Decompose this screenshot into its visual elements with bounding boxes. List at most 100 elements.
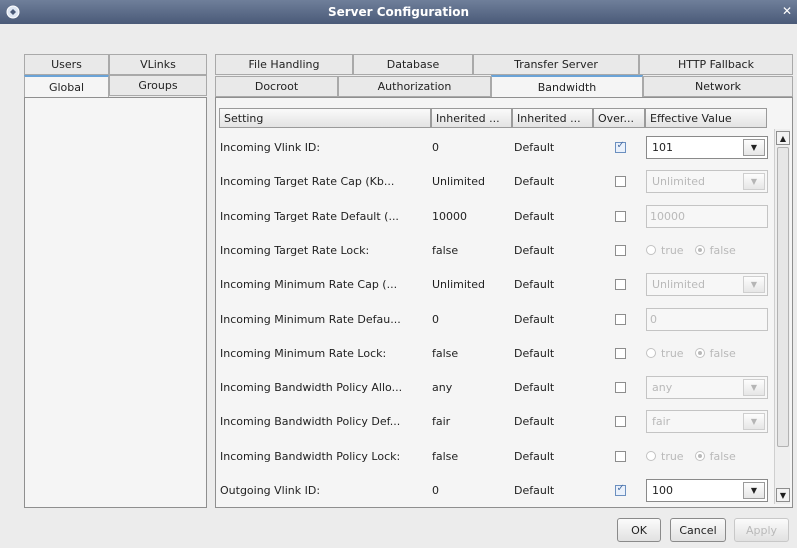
close-icon[interactable]: ✕ (780, 4, 794, 18)
override-checkbox[interactable] (614, 313, 626, 325)
ok-button[interactable]: OK (617, 518, 661, 542)
setting-name: Incoming Target Rate Default (... (220, 209, 399, 223)
chevron-down-icon[interactable]: ▼ (743, 138, 765, 156)
combo-value: 101 (652, 140, 673, 154)
radio-false-label: false (709, 449, 736, 463)
tab-users[interactable]: Users (24, 54, 109, 75)
setting-name: Incoming Bandwidth Policy Def... (220, 414, 401, 428)
radio-true-label: true (661, 449, 684, 463)
radio-true-icon (646, 348, 656, 358)
inherited-value: false (432, 346, 459, 360)
radio-false-icon (694, 348, 705, 358)
combo-value: Unlimited (652, 277, 705, 291)
inherited-from: Default (514, 449, 555, 463)
setting-name: Incoming Minimum Rate Defau... (220, 312, 401, 326)
override-checkbox[interactable] (614, 175, 626, 187)
tab-groups[interactable]: Groups (109, 75, 207, 96)
inherited-from: Default (514, 174, 555, 188)
table-row[interactable]: Outgoing Vlink ID: 0 Default 100 ▼ (218, 473, 771, 507)
tab-authorization[interactable]: Authorization (338, 76, 491, 97)
inherited-value: any (432, 380, 453, 394)
server-configuration-window: Server Configuration ✕ Users VLinks Glob… (0, 0, 797, 548)
setting-name: Incoming Vlink ID: (220, 140, 321, 154)
title-bar: Server Configuration ✕ (0, 0, 797, 24)
override-checkbox[interactable] (614, 381, 626, 393)
override-checkbox[interactable] (614, 347, 626, 359)
chevron-down-icon: ▼ (743, 378, 765, 396)
radio-false-label: false (709, 243, 736, 257)
table-row[interactable]: Incoming Target Rate Default (... 10000 De… (218, 199, 771, 233)
inherited-from: Default (514, 312, 555, 326)
inherited-from: Default (514, 140, 555, 154)
radio-false-label: false (709, 346, 736, 360)
setting-name: Incoming Minimum Rate Lock: (220, 346, 387, 360)
table-row[interactable]: Incoming Bandwidth Policy Lock: false Defa… (218, 439, 771, 473)
effective-value-combo[interactable]: 101 ▼ (646, 135, 768, 159)
col-header-effective-value[interactable]: Effective Value (645, 108, 767, 128)
inherited-from: Default (514, 483, 555, 497)
effective-value-combo[interactable]: 100 ▼ (646, 478, 768, 502)
tab-bandwidth[interactable]: Bandwidth (491, 75, 643, 98)
effective-value-radio-group: true false (646, 244, 736, 257)
col-header-inherited-from[interactable]: Inherited ... (512, 108, 593, 128)
chevron-down-icon[interactable]: ▼ (743, 481, 765, 499)
effective-value-radio-group: true false (646, 347, 736, 360)
combo-value: fair (652, 414, 671, 428)
chevron-down-icon: ▼ (743, 172, 765, 190)
override-checkbox[interactable] (614, 140, 626, 153)
tab-vlinks[interactable]: VLinks (109, 54, 207, 75)
inherited-from: Default (514, 277, 555, 291)
tab-http-fallback[interactable]: HTTP Fallback (639, 54, 793, 75)
override-checkbox[interactable] (614, 278, 626, 290)
combo-value: any (652, 380, 673, 394)
effective-value-combo: Unlimited ▼ (646, 272, 768, 296)
chevron-down-icon: ▼ (743, 275, 765, 293)
table-row[interactable]: Incoming Minimum Rate Lock: false Default t… (218, 336, 771, 370)
inherited-from: Default (514, 209, 555, 223)
radio-true-icon (646, 245, 656, 255)
table-row[interactable]: Incoming Minimum Rate Cap (... Unlimited D… (218, 267, 771, 301)
override-checkbox[interactable] (614, 483, 626, 496)
tab-docroot[interactable]: Docroot (215, 76, 338, 97)
tab-global[interactable]: Global (24, 75, 109, 98)
table-row[interactable]: Incoming Bandwidth Policy Allo... any Defa… (218, 370, 771, 404)
setting-name: Incoming Target Rate Cap (Kb... (220, 174, 395, 188)
override-checkbox[interactable] (614, 210, 626, 222)
table-row[interactable]: Incoming Minimum Rate Defau... 0 Default 0 (218, 302, 771, 336)
effective-value-combo: Unlimited ▼ (646, 169, 768, 193)
override-checkbox[interactable] (614, 415, 626, 427)
radio-true-label: true (661, 243, 684, 257)
inherited-value: 10000 (432, 209, 467, 223)
inherited-value: false (432, 449, 459, 463)
combo-value: Unlimited (652, 174, 705, 188)
table-row[interactable]: Incoming Vlink ID: 0 Default 101 ▼ (218, 130, 771, 164)
inherited-value: Unlimited (432, 277, 485, 291)
table-row[interactable]: Incoming Target Rate Cap (Kb... Unlimited… (218, 164, 771, 198)
tab-network[interactable]: Network (643, 76, 793, 97)
inherited-value: fair (432, 414, 451, 428)
tab-database[interactable]: Database (353, 54, 473, 75)
table-row[interactable]: Incoming Target Rate Lock: false Default tr… (218, 233, 771, 267)
cancel-button[interactable]: Cancel (670, 518, 726, 542)
tab-transfer-server[interactable]: Transfer Server (473, 54, 639, 75)
scroll-up-icon[interactable]: ▲ (776, 131, 790, 145)
scroll-thumb[interactable] (777, 147, 789, 447)
window-title: Server Configuration (327, 5, 470, 19)
table-row[interactable]: Incoming Bandwidth Policy Def... fair Defa… (218, 404, 771, 438)
inherited-from: Default (514, 243, 555, 257)
col-header-inherited-value[interactable]: Inherited ... (431, 108, 512, 128)
col-header-setting[interactable]: Setting (219, 108, 431, 128)
apply-button[interactable]: Apply (734, 518, 789, 542)
scroll-down-icon[interactable]: ▼ (776, 488, 790, 502)
radio-false-icon (694, 451, 705, 461)
override-checkbox[interactable] (614, 244, 626, 256)
override-checkbox[interactable] (614, 450, 626, 462)
setting-name: Incoming Bandwidth Policy Lock: (220, 449, 401, 463)
col-header-override[interactable]: Over... (593, 108, 645, 128)
radio-false-icon (694, 245, 705, 255)
inherited-from: Default (514, 414, 555, 428)
table-scrollbar[interactable]: ▲ ▼ (774, 129, 790, 504)
tab-file-handling[interactable]: File Handling (215, 54, 353, 75)
setting-name: Outgoing Vlink ID: (220, 483, 321, 497)
effective-value-combo: fair ▼ (646, 409, 768, 433)
